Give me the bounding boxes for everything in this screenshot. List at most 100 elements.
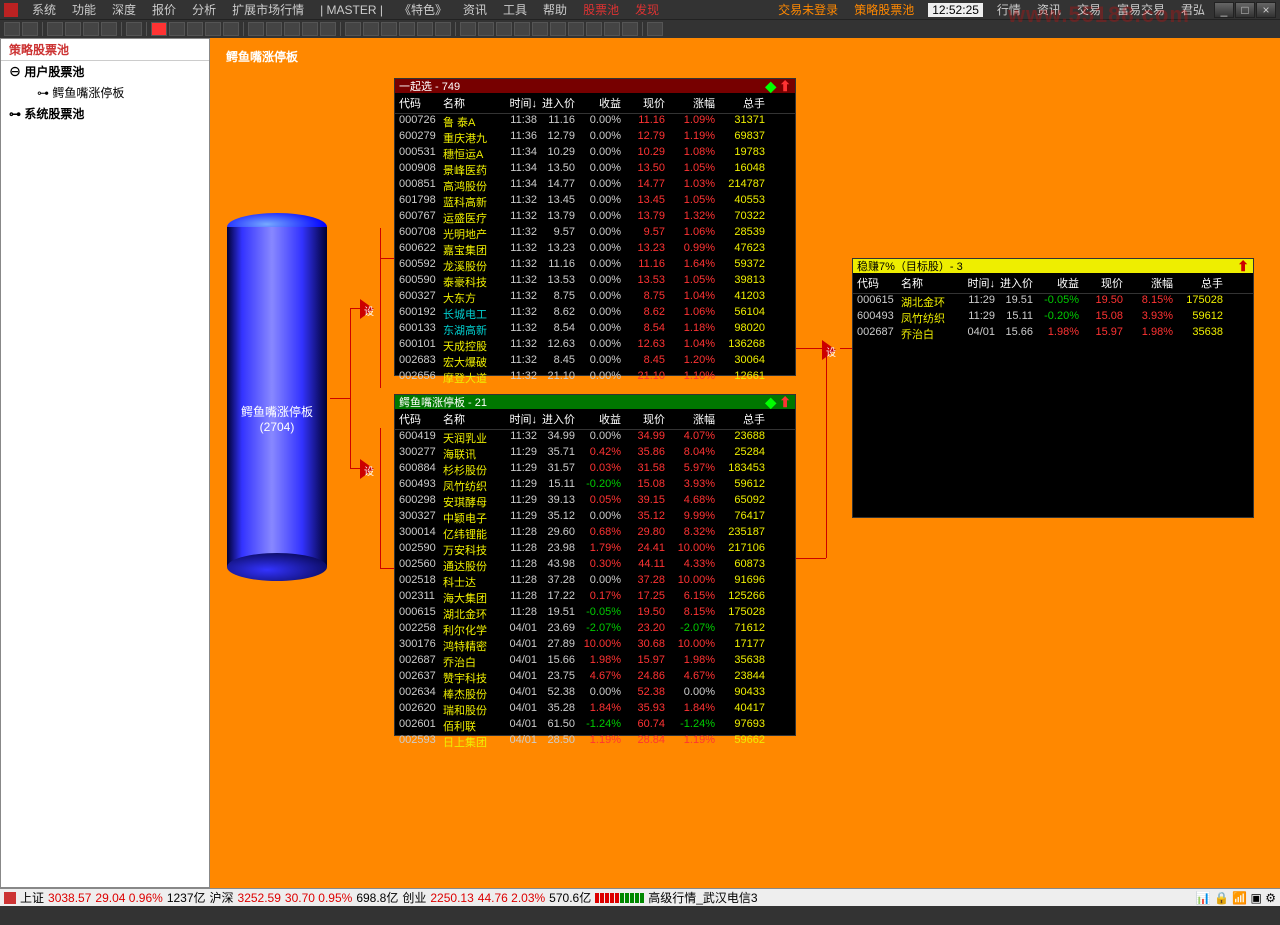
col-header[interactable]: 收益 bbox=[575, 411, 621, 427]
panel3-up-icon[interactable]: ⬆ bbox=[1237, 258, 1249, 275]
col-header[interactable]: 代码 bbox=[395, 411, 443, 427]
menu-item[interactable]: | MASTER | bbox=[312, 3, 391, 17]
table-row[interactable]: 002687乔治白04/0115.661.98%15.971.98%35638 bbox=[395, 654, 795, 670]
col-header[interactable]: 现价 bbox=[621, 95, 665, 111]
tb-pointer[interactable] bbox=[151, 22, 167, 36]
close-button[interactable]: × bbox=[1256, 2, 1276, 18]
tb-h1[interactable] bbox=[345, 22, 361, 36]
menu-item[interactable]: 《特色》 bbox=[391, 3, 455, 17]
tb-fwd[interactable] bbox=[22, 22, 38, 36]
col-header[interactable]: 时间↓ bbox=[959, 275, 995, 291]
tb-next[interactable] bbox=[83, 22, 99, 36]
table-row[interactable]: 600767运盛医疗11:3213.790.00%13.791.32%70322 bbox=[395, 210, 795, 226]
col-header[interactable]: 涨幅 bbox=[665, 411, 715, 427]
tb-i8[interactable] bbox=[586, 22, 602, 36]
col-header[interactable]: 名称 bbox=[901, 275, 959, 291]
table-row[interactable]: 000726鲁 泰A11:3811.160.00%11.161.09%31371 bbox=[395, 114, 795, 130]
tb-refresh[interactable] bbox=[126, 22, 142, 36]
table-row[interactable]: 300176鸿特精密04/0127.8910.00%30.6810.00%171… bbox=[395, 638, 795, 654]
panel1-up-icon[interactable]: ⬆ bbox=[779, 78, 791, 95]
col-header[interactable]: 总手 bbox=[715, 411, 765, 427]
col-header[interactable]: 名称 bbox=[443, 95, 501, 111]
table-row[interactable]: 300277海联讯11:2935.710.42%35.868.04%25284 bbox=[395, 446, 795, 462]
menu-item[interactable]: 功能 bbox=[64, 3, 104, 17]
sidebar-sys-pool[interactable]: ⊶ 系统股票池 bbox=[1, 103, 209, 124]
filter-node-3[interactable]: 设 bbox=[822, 340, 846, 360]
table-row[interactable]: 002620瑞和股份04/0135.281.84%35.931.84%40417 bbox=[395, 702, 795, 718]
menu-item[interactable]: 深度 bbox=[104, 3, 144, 17]
panel1-diamond-icon[interactable]: ◆ bbox=[765, 78, 776, 95]
menu-item[interactable]: 报价 bbox=[144, 3, 184, 17]
tb-back[interactable] bbox=[4, 22, 20, 36]
table-row[interactable]: 600101天成控股11:3212.630.00%12.631.04%13626… bbox=[395, 338, 795, 354]
table-row[interactable]: 002687乔治白04/0115.661.98%15.971.98%35638 bbox=[853, 326, 1253, 342]
minimize-button[interactable]: _ bbox=[1214, 2, 1234, 18]
tb-g1[interactable] bbox=[248, 22, 264, 36]
table-row[interactable]: 000851高鸿股份11:3414.770.00%14.771.03%21478… bbox=[395, 178, 795, 194]
col-header[interactable]: 涨幅 bbox=[665, 95, 715, 111]
col-header[interactable]: 收益 bbox=[575, 95, 621, 111]
tb-i4[interactable] bbox=[514, 22, 530, 36]
sidebar-user-pool[interactable]: ⊖ 用户股票池 bbox=[1, 61, 209, 82]
tb-i9[interactable] bbox=[604, 22, 620, 36]
col-header[interactable]: 进入价 bbox=[537, 411, 575, 427]
sb-tray[interactable]: 📊 🔒 📶 ▣ ⚙ bbox=[1196, 891, 1276, 905]
table-row[interactable]: 000615湖北金环11:2919.51-0.05%19.508.15%1750… bbox=[853, 294, 1253, 310]
table-row[interactable]: 002311海大集团11:2817.220.17%17.256.15%12526… bbox=[395, 590, 795, 606]
menu-item[interactable]: 系统 bbox=[24, 3, 64, 17]
col-header[interactable]: 现价 bbox=[621, 411, 665, 427]
col-header[interactable]: 代码 bbox=[395, 95, 443, 111]
table-row[interactable]: 600279重庆港九11:3612.790.00%12.791.19%69837 bbox=[395, 130, 795, 146]
table-row[interactable]: 600493凤竹纺织11:2915.11-0.20%15.083.93%5961… bbox=[395, 478, 795, 494]
table-row[interactable]: 002637赞宇科技04/0123.754.67%24.864.67%23844 bbox=[395, 670, 795, 686]
table-row[interactable]: 000908景峰医药11:3413.500.00%13.501.05%16048 bbox=[395, 162, 795, 178]
tb-g5[interactable] bbox=[320, 22, 336, 36]
col-header[interactable]: 进入价 bbox=[995, 275, 1033, 291]
sidebar-strategy-item[interactable]: ⊶ 鳄鱼嘴涨停板 bbox=[1, 82, 209, 103]
table-row[interactable]: 002560通达股份11:2843.980.30%44.114.33%60873 bbox=[395, 558, 795, 574]
menu-item[interactable]: 分析 bbox=[184, 3, 224, 17]
table-row[interactable]: 600133东湖高新11:328.540.00%8.541.18%98020 bbox=[395, 322, 795, 338]
tb-h4[interactable] bbox=[399, 22, 415, 36]
table-row[interactable]: 300327中颖电子11:2935.120.00%35.129.99%76417 bbox=[395, 510, 795, 526]
col-header[interactable]: 名称 bbox=[443, 411, 501, 427]
tb-h2[interactable] bbox=[363, 22, 379, 36]
table-row[interactable]: 002590万安科技11:2823.981.79%24.4110.00%2171… bbox=[395, 542, 795, 558]
maximize-button[interactable]: □ bbox=[1235, 2, 1255, 18]
panel2-up-icon[interactable]: ⬆ bbox=[779, 394, 791, 411]
table-row[interactable]: 600590泰豪科技11:3213.530.00%13.531.05%39813 bbox=[395, 274, 795, 290]
col-header[interactable]: 代码 bbox=[853, 275, 901, 291]
col-header[interactable]: 收益 bbox=[1033, 275, 1079, 291]
col-header[interactable]: 进入价 bbox=[537, 95, 575, 111]
table-row[interactable]: 600493凤竹纺织11:2915.11-0.20%15.083.93%5961… bbox=[853, 310, 1253, 326]
table-row[interactable]: 002601佰利联04/0161.50-1.24%60.74-1.24%9769… bbox=[395, 718, 795, 734]
tb-circle[interactable] bbox=[187, 22, 203, 36]
tb-stop[interactable] bbox=[101, 22, 117, 36]
col-header[interactable]: 时间↓ bbox=[501, 411, 537, 427]
table-row[interactable]: 002634棒杰股份04/0152.380.00%52.380.00%90433 bbox=[395, 686, 795, 702]
table-row[interactable]: 600622嘉宝集团11:3213.230.00%13.230.99%47623 bbox=[395, 242, 795, 258]
tb-i1[interactable] bbox=[460, 22, 476, 36]
col-header[interactable]: 现价 bbox=[1079, 275, 1123, 291]
tb-g3[interactable] bbox=[284, 22, 300, 36]
tb-i3[interactable] bbox=[496, 22, 512, 36]
tb-prev[interactable] bbox=[47, 22, 63, 36]
table-row[interactable]: 600298安琪酵母11:2939.130.05%39.154.68%65092 bbox=[395, 494, 795, 510]
table-row[interactable]: 002593日上集团04/0128.501.19%28.841.19%59662 bbox=[395, 734, 795, 750]
tb-i10[interactable] bbox=[622, 22, 638, 36]
table-row[interactable]: 002518科士达11:2837.280.00%37.2810.00%91696 bbox=[395, 574, 795, 590]
source-cylinder[interactable]: 鳄鱼嘴涨停板(2704) bbox=[224, 213, 330, 581]
table-row[interactable]: 600192长城电工11:328.620.00%8.621.06%56104 bbox=[395, 306, 795, 322]
tb-g4[interactable] bbox=[302, 22, 318, 36]
menu-item[interactable]: 工具 bbox=[495, 3, 535, 17]
table-row[interactable]: 000531穗恒运A11:3410.290.00%10.291.08%19783 bbox=[395, 146, 795, 162]
tb-i7[interactable] bbox=[568, 22, 584, 36]
tb-line[interactable] bbox=[205, 22, 221, 36]
tb-g2[interactable] bbox=[266, 22, 282, 36]
table-row[interactable]: 600884杉杉股份11:2931.570.03%31.585.97%18345… bbox=[395, 462, 795, 478]
col-header[interactable]: 总手 bbox=[1173, 275, 1223, 291]
menu-stock-pool[interactable]: 股票池 bbox=[575, 1, 627, 18]
tb-h6[interactable] bbox=[435, 22, 451, 36]
col-header[interactable]: 总手 bbox=[715, 95, 765, 111]
table-row[interactable]: 600419天润乳业11:3234.990.00%34.994.07%23688 bbox=[395, 430, 795, 446]
